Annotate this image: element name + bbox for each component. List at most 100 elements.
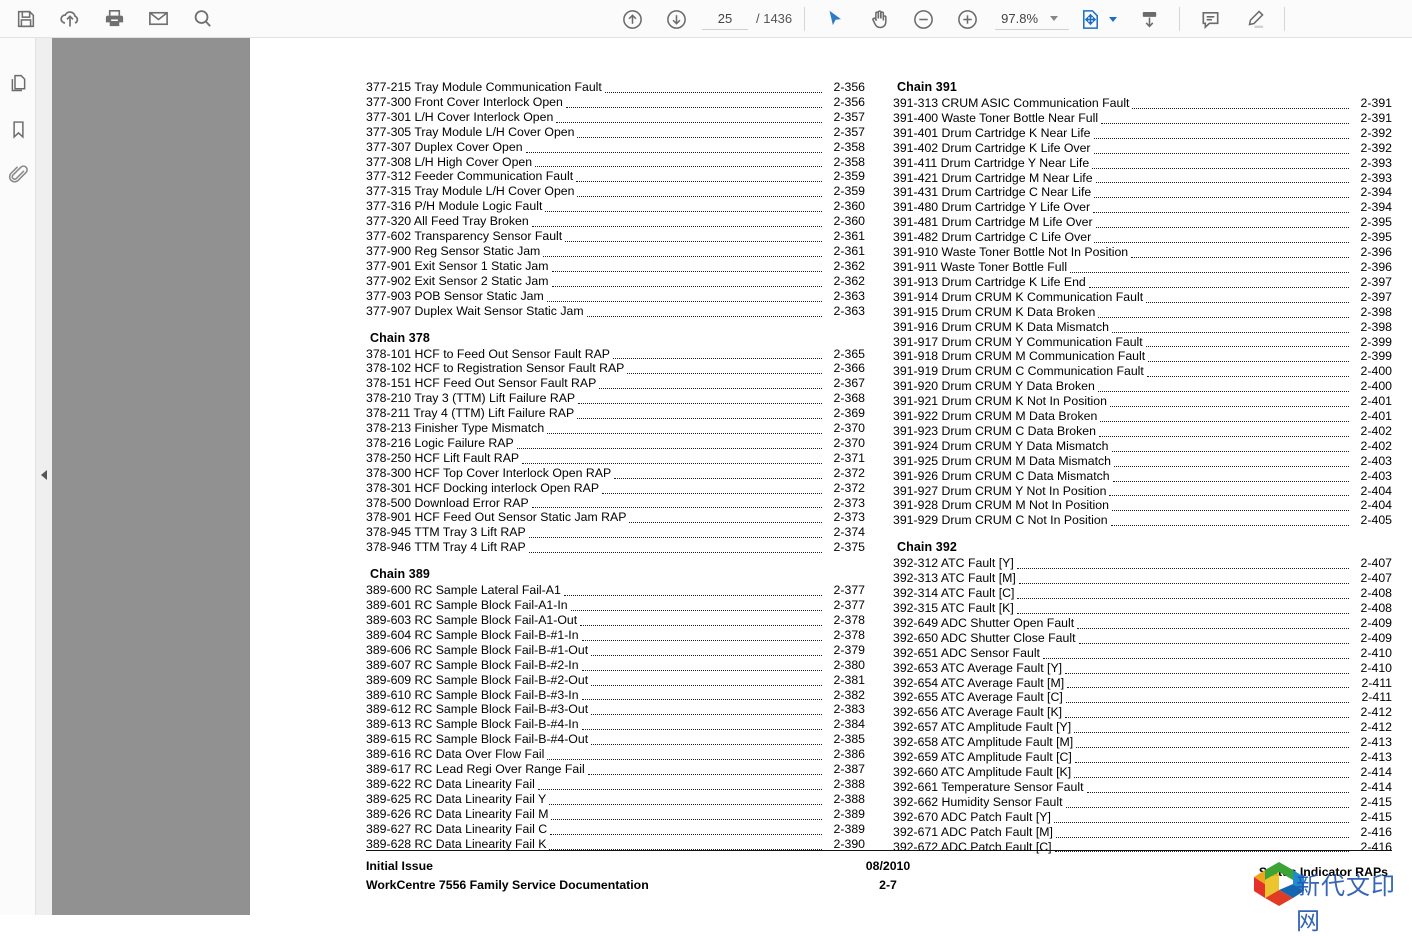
toc-entry[interactable]: 391-922 Drum CRUM M Data Broken2-401 [893, 409, 1392, 424]
toc-entry[interactable]: 391-482 Drum Cartridge C Life Over2-395 [893, 230, 1392, 245]
toc-entry[interactable]: 378-216 Logic Failure RAP2-370 [366, 436, 865, 451]
toc-entry[interactable]: 391-927 Drum CRUM Y Not In Position2-404 [893, 484, 1392, 499]
toc-entry[interactable]: 391-921 Drum CRUM K Not In Position2-401 [893, 394, 1392, 409]
fit-page-icon[interactable] [1075, 0, 1105, 38]
toc-entry[interactable]: 389-610 RC Sample Block Fail-B-#3-In2-38… [366, 688, 865, 703]
toc-entry[interactable]: 378-102 HCF to Registration Sensor Fault… [366, 361, 865, 376]
toc-entry[interactable]: 389-603 RC Sample Block Fail-A1-Out2-378 [366, 613, 865, 628]
toc-entry[interactable]: 392-654 ATC Average Fault [M]2-411 [893, 676, 1392, 691]
toc-entry[interactable]: 389-625 RC Data Linearity Fail Y2-388 [366, 792, 865, 807]
toc-entry[interactable]: 391-431 Drum Cartridge C Near Life2-394 [893, 185, 1392, 200]
toc-entry[interactable]: 378-901 HCF Feed Out Sensor Static Jam R… [366, 510, 865, 525]
toc-entry[interactable]: 392-661 Temperature Sensor Fault2-414 [893, 780, 1392, 795]
toc-entry[interactable]: 377-300 Front Cover Interlock Open2-356 [366, 95, 865, 110]
thumbnails-icon[interactable] [0, 60, 36, 106]
toc-entry[interactable]: 392-671 ADC Patch Fault [M]2-416 [893, 825, 1392, 840]
toc-entry[interactable]: 378-213 Finisher Type Mismatch2-370 [366, 421, 865, 436]
toc-entry[interactable]: 391-926 Drum CRUM C Data Mismatch2-403 [893, 469, 1392, 484]
toc-entry[interactable]: 377-307 Duplex Cover Open2-358 [366, 140, 865, 155]
toc-entry[interactable]: 377-316 P/H Module Logic Fault2-360 [366, 199, 865, 214]
toc-entry[interactable]: 377-301 L/H Cover Interlock Open2-357 [366, 110, 865, 125]
toc-entry[interactable]: 377-320 All Feed Tray Broken2-360 [366, 214, 865, 229]
toc-entry[interactable]: 391-920 Drum CRUM Y Data Broken2-400 [893, 379, 1392, 394]
email-icon[interactable] [136, 0, 180, 38]
toc-entry[interactable]: 391-924 Drum CRUM Y Data Mismatch2-402 [893, 439, 1392, 454]
toc-entry[interactable]: 378-101 HCF to Feed Out Sensor Fault RAP… [366, 347, 865, 362]
comment-icon[interactable] [1188, 0, 1232, 38]
toc-entry[interactable]: 378-210 Tray 3 (TTM) Lift Failure RAP2-3… [366, 391, 865, 406]
toc-entry[interactable]: 377-305 Tray Module L/H Cover Open2-357 [366, 125, 865, 140]
toc-entry[interactable]: 391-925 Drum CRUM M Data Mismatch2-403 [893, 454, 1392, 469]
collapse-panel-button[interactable] [36, 459, 52, 491]
toc-entry[interactable]: 389-606 RC Sample Block Fail-B-#1-Out2-3… [366, 643, 865, 658]
toc-entry[interactable]: 389-607 RC Sample Block Fail-B-#2-In2-38… [366, 658, 865, 673]
toc-entry[interactable]: 389-627 RC Data Linearity Fail C2-389 [366, 822, 865, 837]
toc-entry[interactable]: 392-314 ATC Fault [C]2-408 [893, 586, 1392, 601]
toc-entry[interactable]: 391-923 Drum CRUM C Data Broken2-402 [893, 424, 1392, 439]
toc-entry[interactable]: 392-651 ADC Sensor Fault2-410 [893, 646, 1392, 661]
toc-entry[interactable]: 377-308 L/H High Cover Open2-358 [366, 155, 865, 170]
print-icon[interactable] [92, 0, 136, 38]
toc-entry[interactable]: 391-911 Waste Toner Bottle Full2-396 [893, 260, 1392, 275]
toc-entry[interactable]: 392-659 ATC Amplitude Fault [C]2-413 [893, 750, 1392, 765]
toc-entry[interactable]: 389-626 RC Data Linearity Fail M2-389 [366, 807, 865, 822]
toc-entry[interactable]: 391-928 Drum CRUM M Not In Position2-404 [893, 498, 1392, 513]
toc-entry[interactable]: 391-915 Drum CRUM K Data Broken2-398 [893, 305, 1392, 320]
toc-entry[interactable]: 389-609 RC Sample Block Fail-B-#2-Out2-3… [366, 673, 865, 688]
toc-entry[interactable]: 391-916 Drum CRUM K Data Mismatch2-398 [893, 320, 1392, 335]
toc-entry[interactable]: 391-402 Drum Cartridge K Life Over2-392 [893, 141, 1392, 156]
zoom-level-select[interactable]: 97.8% [995, 9, 1069, 30]
toc-entry[interactable]: 378-301 HCF Docking interlock Open RAP2-… [366, 481, 865, 496]
toc-entry[interactable]: 391-480 Drum Cartridge Y Life Over2-394 [893, 200, 1392, 215]
toc-entry[interactable]: 389-615 RC Sample Block Fail-B-#4-Out2-3… [366, 732, 865, 747]
toc-entry[interactable]: 391-411 Drum Cartridge Y Near Life2-393 [893, 156, 1392, 171]
toc-entry[interactable]: 378-211 Tray 4 (TTM) Lift Failure RAP2-3… [366, 406, 865, 421]
cloud-upload-icon[interactable] [48, 0, 92, 38]
toc-entry[interactable]: 392-650 ADC Shutter Close Fault2-409 [893, 631, 1392, 646]
toc-entry[interactable]: 377-315 Tray Module L/H Cover Open2-359 [366, 184, 865, 199]
toc-entry[interactable]: 389-622 RC Data Linearity Fail2-388 [366, 777, 865, 792]
toc-entry[interactable]: 377-902 Exit Sensor 2 Static Jam2-362 [366, 274, 865, 289]
highlight-icon[interactable] [1232, 0, 1276, 38]
fit-page-dropdown-icon[interactable] [1109, 17, 1117, 22]
toc-entry[interactable]: 378-151 HCF Feed Out Sensor Fault RAP2-3… [366, 376, 865, 391]
page-number-input[interactable] [702, 9, 748, 30]
toc-entry[interactable]: 377-903 POB Sensor Static Jam2-363 [366, 289, 865, 304]
toc-entry[interactable]: 378-250 HCF Lift Fault RAP2-371 [366, 451, 865, 466]
bookmarks-icon[interactable] [0, 106, 36, 152]
toc-entry[interactable]: 389-616 RC Data Over Flow Fail2-386 [366, 747, 865, 762]
toc-entry[interactable]: 392-658 ATC Amplitude Fault [M]2-413 [893, 735, 1392, 750]
toc-entry[interactable]: 377-215 Tray Module Communication Fault2… [366, 80, 865, 95]
toc-entry[interactable]: 392-312 ATC Fault [Y]2-407 [893, 556, 1392, 571]
toc-entry[interactable]: 392-315 ATC Fault [K]2-408 [893, 601, 1392, 616]
toc-entry[interactable]: 391-910 Waste Toner Bottle Not In Positi… [893, 245, 1392, 260]
download-icon[interactable] [1127, 0, 1171, 38]
toc-entry[interactable]: 391-401 Drum Cartridge K Near Life2-392 [893, 126, 1392, 141]
attachments-icon[interactable] [0, 152, 36, 198]
toc-entry[interactable]: 391-917 Drum CRUM Y Communication Fault2… [893, 335, 1392, 350]
toc-entry[interactable]: 378-945 TTM Tray 3 Lift RAP2-374 [366, 525, 865, 540]
zoom-in-icon[interactable] [945, 0, 989, 38]
toc-entry[interactable]: 392-655 ATC Average Fault [C]2-411 [893, 690, 1392, 705]
hand-tool-icon[interactable] [857, 0, 901, 38]
toc-entry[interactable]: 378-946 TTM Tray 4 Lift RAP2-375 [366, 540, 865, 555]
toc-entry[interactable]: 392-662 Humidity Sensor Fault2-415 [893, 795, 1392, 810]
zoom-out-icon[interactable] [901, 0, 945, 38]
toc-entry[interactable]: 377-900 Reg Sensor Static Jam2-361 [366, 244, 865, 259]
toc-entry[interactable]: 378-500 Download Error RAP2-373 [366, 496, 865, 511]
toc-entry[interactable]: 392-656 ATC Average Fault [K]2-412 [893, 705, 1392, 720]
toc-entry[interactable]: 377-312 Feeder Communication Fault2-359 [366, 169, 865, 184]
toc-entry[interactable]: 389-604 RC Sample Block Fail-B-#1-In2-37… [366, 628, 865, 643]
toc-entry[interactable]: 391-918 Drum CRUM M Communication Fault2… [893, 349, 1392, 364]
toc-entry[interactable]: 389-617 RC Lead Regi Over Range Fail2-38… [366, 762, 865, 777]
toc-entry[interactable]: 378-300 HCF Top Cover Interlock Open RAP… [366, 466, 865, 481]
toc-entry[interactable]: 377-901 Exit Sensor 1 Static Jam2-362 [366, 259, 865, 274]
document-viewer[interactable]: 377-215 Tray Module Communication Fault2… [36, 38, 1412, 915]
toc-entry[interactable]: 391-400 Waste Toner Bottle Near Full2-39… [893, 111, 1392, 126]
toc-entry[interactable]: 391-481 Drum Cartridge M Life Over2-395 [893, 215, 1392, 230]
toc-entry[interactable]: 389-601 RC Sample Block Fail-A1-In2-377 [366, 598, 865, 613]
toc-entry[interactable]: 391-421 Drum Cartridge M Near Life2-393 [893, 171, 1392, 186]
search-icon[interactable] [180, 0, 224, 38]
toc-entry[interactable]: 389-612 RC Sample Block Fail-B-#3-Out2-3… [366, 702, 865, 717]
toc-entry[interactable]: 377-907 Duplex Wait Sensor Static Jam2-3… [366, 304, 865, 319]
